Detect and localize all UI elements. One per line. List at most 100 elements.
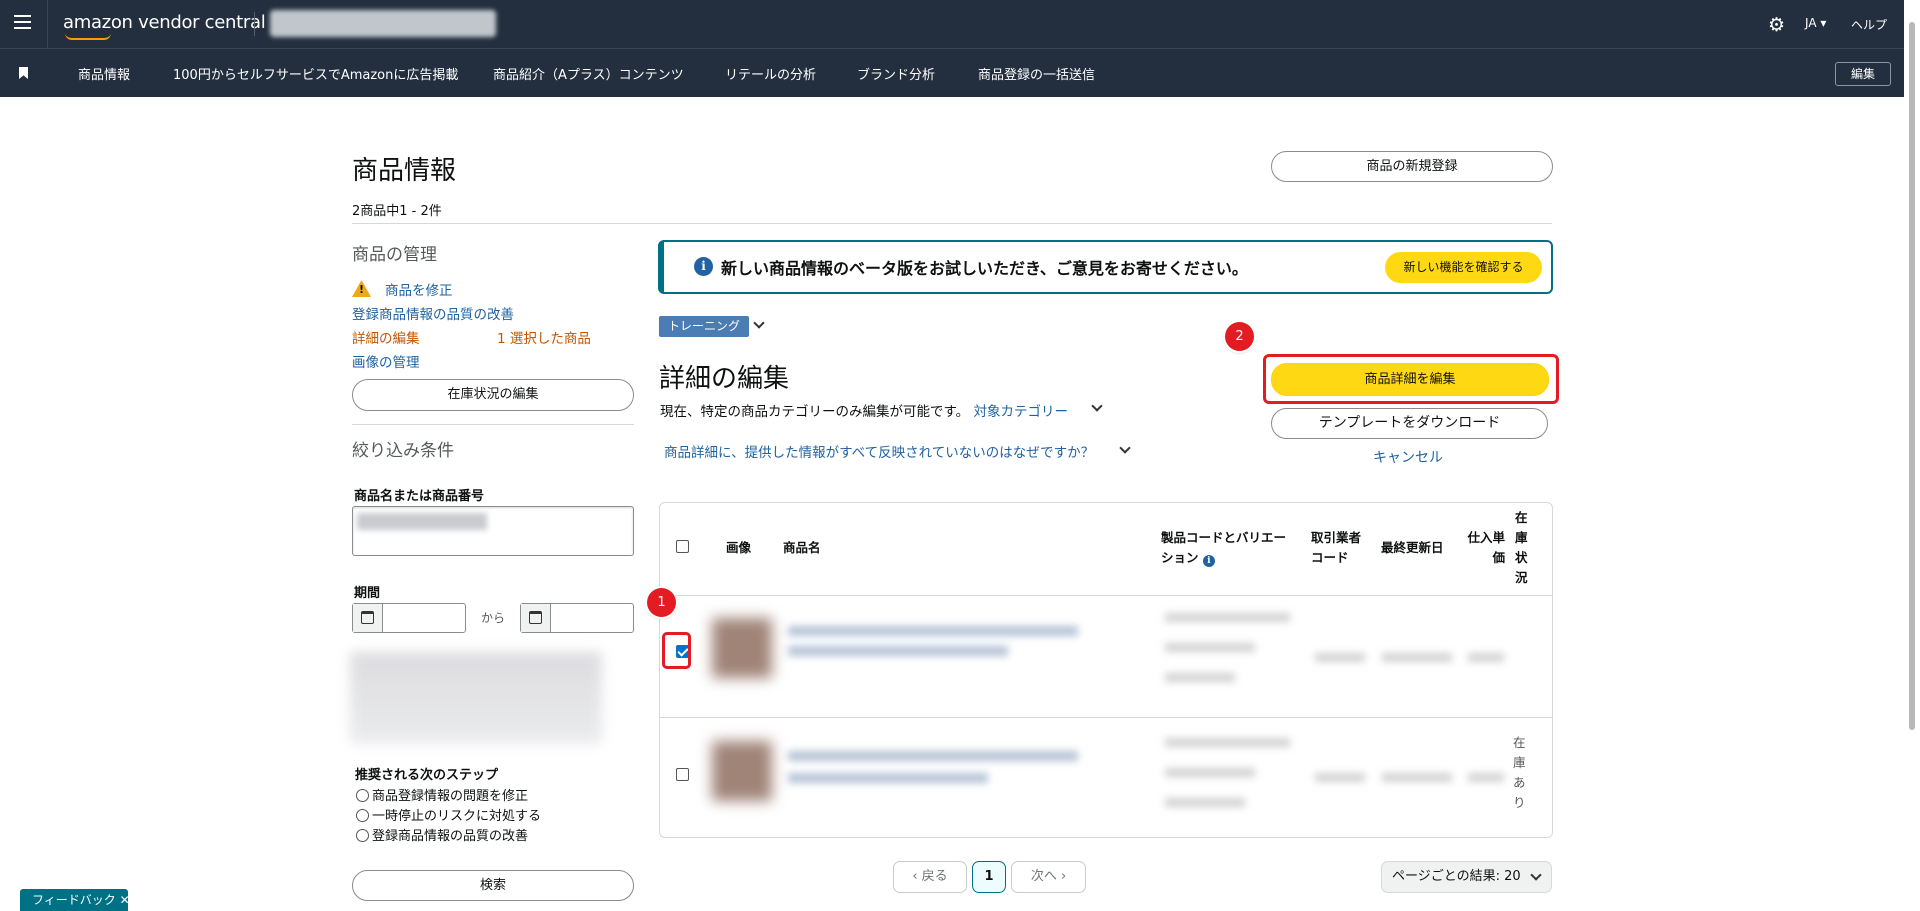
product-name-link[interactable]	[788, 773, 988, 783]
product-code	[1165, 798, 1245, 807]
product-name-link[interactable]	[788, 626, 1078, 636]
product-code	[1165, 643, 1255, 652]
radio-button[interactable]	[356, 789, 369, 802]
filter-heading: 絞り込み条件	[352, 441, 454, 461]
chevron-down-icon[interactable]	[1091, 400, 1103, 412]
menu-icon[interactable]	[14, 15, 31, 29]
nav-bar: 商品情報 100円からセルフサービスでAmazonに広告掲載 商品紹介（Aプラス…	[0, 48, 1920, 97]
warning-icon	[352, 280, 371, 297]
updated-date	[1382, 773, 1452, 782]
edit-details-heading: 詳細の編集	[659, 364, 790, 394]
product-thumbnail[interactable]	[712, 618, 772, 678]
feedback-tab[interactable]: フィードバック ✕	[20, 889, 130, 911]
calendar-button[interactable]	[353, 604, 383, 632]
nav-item-aplus[interactable]: 商品紹介（Aプラス）コンテンツ	[493, 64, 684, 83]
step-option[interactable]: 一時停止のリスクに対処する	[356, 805, 541, 824]
column-header-stock[interactable]: 在庫状況	[1515, 508, 1529, 588]
chevron-down-icon[interactable]	[753, 317, 765, 329]
edit-description: 現在、特定の商品カテゴリーのみ編集が可能です。 対象カテゴリー	[660, 404, 1068, 420]
search-button[interactable]: 検索	[352, 870, 634, 901]
product-name-link[interactable]	[788, 751, 1078, 761]
product-name-link[interactable]	[788, 646, 1008, 656]
step-badge: 2	[1225, 322, 1254, 351]
calendar-icon	[361, 611, 374, 624]
vendor-code	[1315, 653, 1365, 662]
chevron-down-icon[interactable]	[1119, 442, 1131, 454]
row-checkbox[interactable]	[676, 768, 689, 781]
column-header-updated[interactable]: 最終更新日	[1381, 538, 1444, 558]
redacted-filter-options	[350, 652, 602, 744]
product-code	[1165, 768, 1255, 777]
improve-quality-link[interactable]: 登録商品情報の品質の改善	[352, 303, 514, 323]
name-field-label: 商品名または商品番号	[354, 489, 485, 504]
cancel-link[interactable]: キャンセル	[1373, 447, 1443, 467]
period-label: 期間	[354, 586, 381, 601]
result-count: 2商品中1 - 2件	[352, 204, 442, 219]
help-link[interactable]: ヘルプ	[1851, 16, 1887, 33]
gear-icon[interactable]: ⚙	[1768, 14, 1785, 36]
scrollbar-thumb[interactable]	[1909, 22, 1915, 730]
divider	[660, 595, 1552, 596]
bookmark-icon[interactable]	[19, 67, 28, 79]
vendor-code	[1315, 773, 1365, 782]
info-icon: i	[694, 257, 713, 276]
step-option[interactable]: 商品登録情報の問題を修正	[356, 785, 528, 804]
download-template-button[interactable]: テンプレートをダウンロード	[1271, 408, 1548, 439]
step-option[interactable]: 登録商品情報の品質の改善	[356, 825, 528, 844]
radio-button[interactable]	[356, 829, 369, 842]
beta-banner: i 新しい商品情報のベータ版をお試しいただき、ご意見をお寄せください。 新しい機…	[658, 240, 1553, 294]
radio-button[interactable]	[356, 809, 369, 822]
select-all-checkbox[interactable]	[676, 540, 689, 553]
nav-item-advertising[interactable]: 100円からセルフサービスでAmazonに広告掲載	[173, 64, 458, 83]
why-not-reflected-link[interactable]: 商品詳細に、提供した情報がすべて反映されていないのはなぜですか？	[664, 441, 1094, 461]
date-from-field[interactable]	[352, 603, 466, 633]
nav-item-brand-analytics[interactable]: ブランド分析	[857, 64, 935, 83]
fix-products-link[interactable]: 商品を修正	[385, 279, 453, 299]
product-code	[1165, 738, 1290, 747]
column-header-cost[interactable]: 仕入単価	[1463, 528, 1505, 568]
column-header-name[interactable]: 商品名	[783, 538, 821, 558]
calendar-icon	[529, 611, 542, 624]
top-bar: amazon vendor central ⚙ JA ▾ ヘルプ	[0, 0, 1920, 48]
new-product-button[interactable]: 商品の新規登録	[1271, 151, 1553, 182]
column-header-image: 画像	[726, 540, 752, 555]
divider	[47, 0, 48, 48]
divider	[352, 223, 1552, 224]
edit-details-link[interactable]: 詳細の編集	[352, 327, 420, 347]
divider	[254, 12, 255, 36]
updated-date	[1382, 653, 1452, 662]
beta-text: 新しい商品情報のベータ版をお試しいただき、ご意見をお寄せください。	[721, 259, 1248, 278]
product-table: 画像 商品名 製品コードとバリエーション i 取引業者コード 最終更新日 仕入単…	[659, 502, 1553, 838]
date-to-field[interactable]	[520, 603, 634, 633]
divider	[352, 424, 634, 425]
cost-value	[1468, 653, 1504, 662]
language-selector[interactable]: JA ▾	[1805, 16, 1826, 30]
eligible-category-link[interactable]: 対象カテゴリー	[973, 404, 1068, 420]
calendar-button[interactable]	[521, 604, 551, 632]
manage-images-link[interactable]: 画像の管理	[352, 351, 420, 371]
results-per-page-select[interactable]: ページごとの結果: 20	[1381, 861, 1552, 893]
vendor-central-logo[interactable]: amazon vendor central	[63, 12, 266, 40]
next-page-button[interactable]: 次へ ›	[1011, 861, 1086, 893]
search-input[interactable]	[352, 506, 634, 556]
next-steps-title: 推奨される次のステップ	[355, 768, 499, 783]
account-switcher[interactable]	[270, 10, 496, 37]
info-icon[interactable]: i	[1202, 555, 1215, 567]
nav-item-bulk-upload[interactable]: 商品登録の一括送信	[978, 64, 1095, 83]
column-header-code: 製品コードとバリエーション i	[1161, 530, 1287, 567]
nav-item-catalog[interactable]: 商品情報	[78, 64, 130, 83]
column-header-vendor-code[interactable]: 取引業者コード	[1311, 528, 1367, 568]
nav-edit-button[interactable]: 編集	[1835, 62, 1891, 86]
page-1-button[interactable]: 1	[972, 861, 1006, 893]
selected-count: 1 選択した商品	[497, 331, 591, 347]
page-title: 商品情報	[352, 156, 457, 186]
previous-page-button[interactable]: ‹ 戻る	[893, 861, 967, 893]
training-tag[interactable]: トレーニング	[659, 316, 749, 337]
edit-inventory-button[interactable]: 在庫状況の編集	[352, 379, 634, 411]
product-code	[1165, 673, 1235, 682]
highlight-box	[662, 632, 691, 669]
nav-item-retail-analytics[interactable]: リテールの分析	[725, 64, 816, 83]
divider	[660, 717, 1552, 718]
try-new-feature-button[interactable]: 新しい機能を確認する	[1385, 252, 1542, 283]
product-thumbnail[interactable]	[712, 741, 772, 801]
